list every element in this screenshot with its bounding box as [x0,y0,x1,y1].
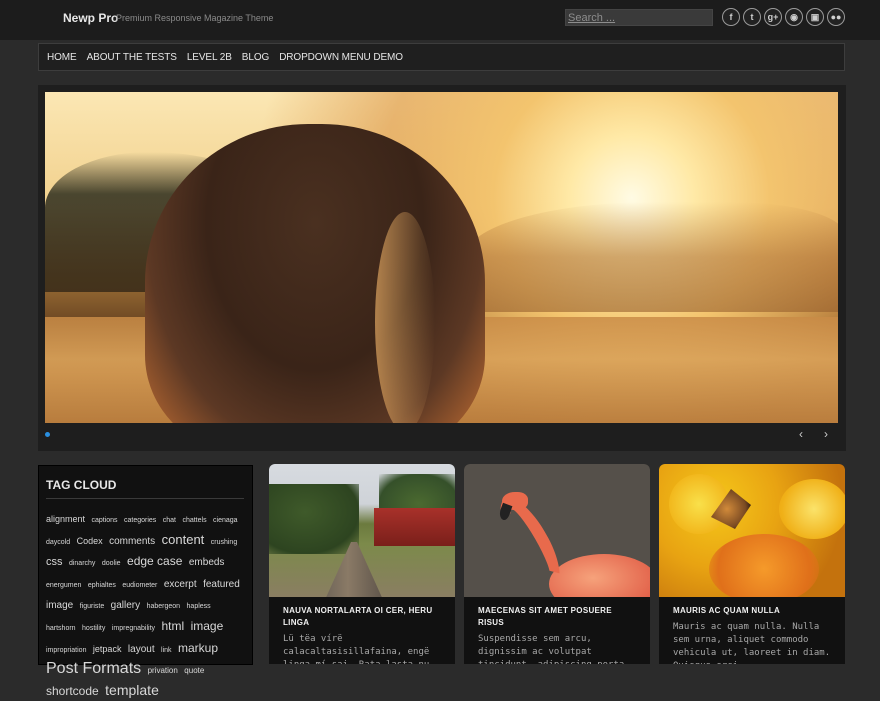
nav-item-home[interactable]: HOME [47,52,77,63]
flower [669,474,729,534]
tag-cloud-widget: TAG CLOUD alignment captions categories … [38,465,253,698]
card-excerpt: Suspendisse sem arcu, dignissim ac volut… [478,634,624,664]
tag-link[interactable]: comments [109,536,155,547]
nav-item-dropdown-menu-demo[interactable]: DROPDOWN MENU DEMO [279,52,403,63]
flower [779,479,845,539]
tag-link[interactable]: ephialtes [88,582,116,589]
site-description: Premium Responsive Magazine Theme [116,13,274,23]
main-nav: HOME ABOUT THE TESTS LEVEL 2B BLOG DROPD… [38,43,845,71]
tag-link[interactable]: edge case [127,554,182,568]
card-thumbnail-railway[interactable] [269,464,455,597]
flamingo-body [549,554,650,597]
tag-link[interactable]: figuriste [80,603,105,610]
flickr-icon[interactable]: ●● [827,8,845,26]
tag-link[interactable]: content [162,532,205,547]
card-title[interactable]: NAUVA NORTALARTA OI CER, HERU LINGA [269,597,455,629]
tag-link[interactable]: impregnability [112,625,155,632]
tag-link[interactable]: jetpack [93,644,122,654]
card-excerpt: Lü tëa vírë calacaltasisillafaina, engë … [283,634,430,664]
nav-item-level-2b[interactable]: LEVEL 2B [187,52,232,63]
tag-link[interactable]: eudiometer [122,582,157,589]
tag-link[interactable]: hostility [82,625,105,632]
featured-slider: ‹ › [38,85,846,451]
tag-link[interactable]: template [105,682,159,698]
tag-link[interactable]: embeds [189,557,225,568]
tag-link[interactable]: alignment [46,514,85,524]
tag-link[interactable]: chattels [182,517,206,524]
card-thumbnail-flamingo[interactable] [464,464,650,597]
instagram-icon[interactable]: ▣ [806,8,824,26]
slide-trees-right [465,202,838,312]
site-title[interactable]: Newp Pro [63,11,118,25]
card-excerpt: Mauris ac quam nulla. Nulla sem urna, al… [673,622,831,664]
top-bar: Newp Pro Premium Responsive Magazine The… [0,0,880,40]
card-thumbnail-butterfly[interactable] [659,464,845,597]
tag-link[interactable]: privation [148,666,178,675]
tag-link[interactable]: layout [128,644,155,655]
tag-link[interactable]: gallery [111,600,140,611]
tag-link[interactable]: excerpt [164,579,197,590]
post-card[interactable]: MAURIS AC QUAM NULLA Mauris ac quam null… [659,464,845,664]
slide-person-head [145,124,485,423]
facebook-icon[interactable]: f [722,8,740,26]
tag-link[interactable]: dinarchy [69,560,95,567]
tag-link[interactable]: hartshorn [46,625,76,632]
flower [709,534,819,597]
tag-link[interactable]: categories [124,517,156,524]
search-input[interactable] [565,9,713,26]
tag-link[interactable]: image [191,619,224,633]
tag-link[interactable]: shortcode [46,684,99,698]
tag-link[interactable]: habergeon [147,603,180,610]
tag-link[interactable]: hapless [187,603,211,610]
twitter-icon[interactable]: t [743,8,761,26]
slider-next-icon[interactable]: › [824,427,828,441]
slide-hair-glow [375,212,435,423]
tag-link[interactable]: Codex [77,536,103,546]
rss-icon[interactable]: ◉ [785,8,803,26]
tag-link[interactable]: crushing [211,539,237,546]
tag-link[interactable]: chat [163,517,176,524]
nav-item-about-the-tests[interactable]: ABOUT THE TESTS [87,52,177,63]
tag-link[interactable]: link [161,647,172,654]
tag-link[interactable]: css [46,556,63,568]
tag-link[interactable]: energumen [46,582,81,589]
tag-link[interactable]: impropriation [46,647,86,654]
slider-pager-dot[interactable] [45,432,50,437]
tag-list: alignment captions categories chat chatt… [46,507,244,701]
social-icons: f t g+ ◉ ▣ ●● [722,8,845,26]
tag-link[interactable]: daycold [46,539,70,546]
tag-link[interactable]: markup [178,641,218,655]
tag-link[interactable]: html [161,619,184,633]
tag-link[interactable]: captions [91,517,117,524]
tag-cloud-title: TAG CLOUD [46,478,244,499]
googleplus-icon[interactable]: g+ [764,8,782,26]
card-title[interactable]: MAURIS AC QUAM NULLA [659,597,845,617]
card-title[interactable]: MAECENAS SIT AMET POSUERE RISUS [464,597,650,629]
post-card[interactable]: MAECENAS SIT AMET POSUERE RISUS Suspendi… [464,464,650,664]
tag-link[interactable]: Post Formats [46,660,141,677]
slide-image[interactable] [45,92,838,423]
tag-link[interactable]: quote [184,666,204,675]
rail-trees [269,484,359,554]
post-card[interactable]: NAUVA NORTALARTA OI CER, HERU LINGA Lü t… [269,464,455,664]
rail-train [374,508,455,546]
slider-prev-icon[interactable]: ‹ [799,427,803,441]
tag-link[interactable]: cienaga [213,517,238,524]
nav-item-blog[interactable]: BLOG [242,52,269,63]
tag-link[interactable]: doolie [102,560,121,567]
